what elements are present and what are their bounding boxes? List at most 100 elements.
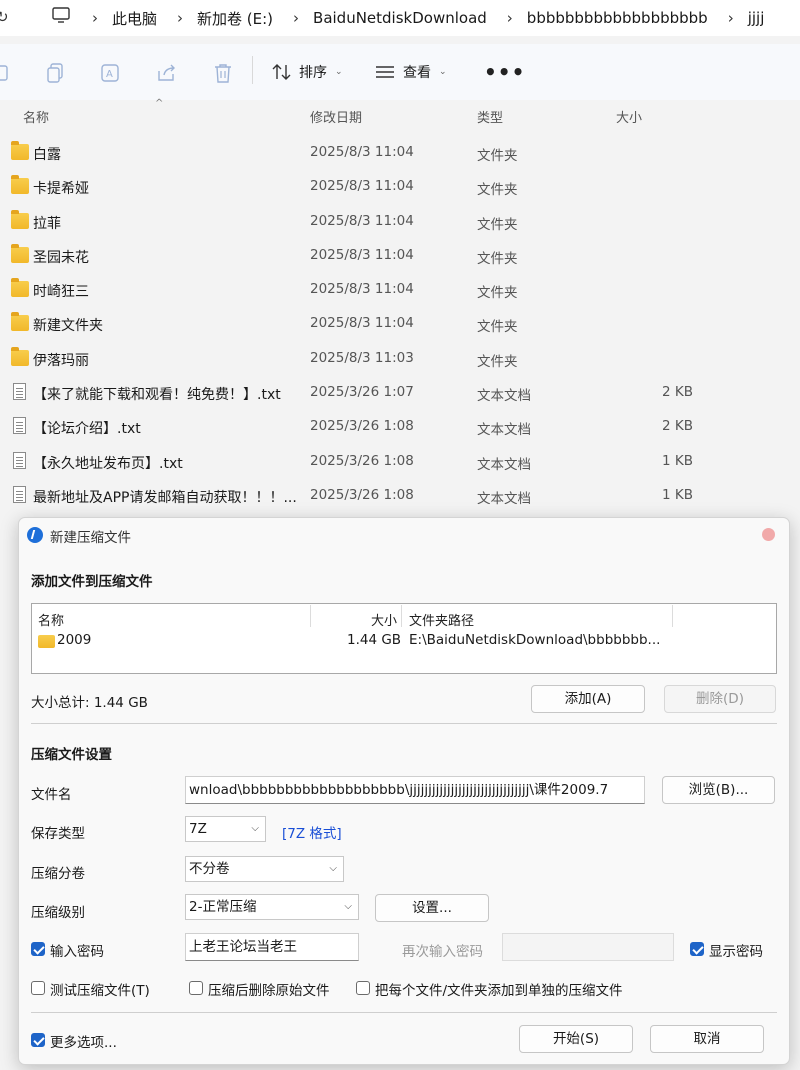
chevron-right-icon[interactable]: › [92, 9, 98, 27]
test-archive-checkbox[interactable] [31, 981, 45, 995]
format-link[interactable]: [7Z 格式] [282, 822, 342, 842]
column-divider [401, 605, 402, 627]
share-icon[interactable] [156, 62, 178, 84]
reenter-password-input[interactable] [502, 933, 674, 961]
file-type: 文本文档 [477, 388, 531, 405]
file-name: 白露 [33, 147, 61, 163]
trash-icon[interactable] [212, 62, 234, 84]
file-size: 2 KB [662, 384, 693, 401]
delete-after-checkbox[interactable] [189, 981, 203, 995]
column-type[interactable]: 类型 [477, 107, 503, 126]
password-checkbox-label[interactable]: 输入密码 [50, 940, 104, 960]
refresh-icon[interactable]: ↻ [0, 8, 9, 26]
file-date: 2025/8/3 11:04 [310, 144, 414, 160]
column-name[interactable]: 名称 [23, 107, 49, 126]
save-type-select[interactable]: 7Z ⌵ [185, 816, 266, 842]
copy-icon[interactable] [45, 62, 67, 84]
more-icon[interactable]: ••• [484, 60, 525, 84]
file-row[interactable]: 最新地址及APP请发邮箱自动获取！！！... 2025/3/26 1:08 文本文档… [0, 478, 800, 512]
breadcrumb-item[interactable]: bbbbbbbbbbbbbbbbbbb [527, 9, 708, 27]
separate-archives-label[interactable]: 把每个文件/文件夹添加到单独的压缩文件 [375, 979, 623, 999]
address-bar: ↻ › 此电脑 › 新加卷 (E:) › BaiduNetdiskDownloa… [0, 0, 800, 36]
file-row[interactable]: 【永久地址发布页】.txt 2025/3/26 1:08 文本文档 1 KB [0, 444, 800, 478]
chevron-right-icon[interactable]: › [293, 9, 299, 27]
dialog-title: 新建压缩文件 [50, 530, 131, 546]
file-date: 2025/3/26 1:07 [310, 384, 414, 401]
start-button[interactable]: 开始(S) [519, 1025, 633, 1053]
file-listbox[interactable]: 名称 大小 文件夹路径 2009 1.44 GB E:\BaiduNetdisk… [31, 603, 777, 674]
breadcrumb-item[interactable]: jjjj [748, 9, 765, 27]
chevron-right-icon[interactable]: › [507, 9, 513, 27]
file-list: 白露 2025/8/3 11:04 文件夹 卡提希娅 2025/8/3 11:04 文件夹… [0, 135, 800, 512]
more-options-label[interactable]: 更多选项... [50, 1031, 117, 1051]
file-list-header: ^ 名称 修改日期 类型 大小 [0, 98, 800, 130]
list-item-size: 1.44 GB [347, 632, 402, 648]
file-type: 文件夹 [477, 285, 518, 302]
file-type: 文本文档 [477, 456, 531, 473]
computer-icon[interactable] [52, 7, 70, 23]
sort-button[interactable]: 排序 ⌄ [272, 62, 343, 82]
split-select[interactable]: 不分卷 ⌵ [185, 856, 344, 882]
file-type: 文本文档 [477, 490, 531, 507]
list-header-path[interactable]: 文件夹路径 [409, 610, 474, 629]
list-header-size[interactable]: 大小 [371, 610, 397, 629]
show-password-checkbox[interactable] [690, 942, 704, 956]
file-row[interactable]: 伊落玛丽 2025/8/3 11:03 文件夹 [0, 341, 800, 375]
section-divider [31, 723, 777, 724]
file-row[interactable]: 拉菲 2025/8/3 11:04 文件夹 [0, 204, 800, 238]
file-type: 文件夹 [477, 148, 518, 164]
file-row[interactable]: 【来了就能下载和观看！纯免费！】.txt 2025/3/26 1:07 文本文档 2 … [0, 375, 800, 409]
chevron-right-icon[interactable]: › [728, 9, 734, 27]
breadcrumb-item[interactable]: 此电脑 [112, 8, 157, 29]
archive-settings-section-title: 压缩文件设置 [31, 747, 112, 763]
level-select[interactable]: 2-正常压缩 ⌵ [185, 894, 359, 920]
delete-button[interactable]: 删除(D) [664, 685, 776, 713]
column-date[interactable]: 修改日期 [310, 107, 362, 126]
list-header-name[interactable]: 名称 [38, 610, 64, 629]
add-button[interactable]: 添加(A) [531, 685, 645, 713]
file-row[interactable]: 卡提希娅 2025/8/3 11:04 文件夹 [0, 169, 800, 203]
file-row[interactable]: 【论坛介绍】.txt 2025/3/26 1:08 文本文档 2 KB [0, 409, 800, 443]
new-icon[interactable] [0, 62, 16, 84]
file-name: 拉菲 [33, 215, 61, 232]
browse-button[interactable]: 浏览(B)... [662, 776, 775, 804]
password-checkbox[interactable] [31, 942, 45, 956]
view-button[interactable]: 查看 ⌄ [375, 62, 447, 82]
file-row[interactable]: 圣园未花 2025/8/3 11:04 文件夹 [0, 238, 800, 272]
rename-icon[interactable]: A [100, 62, 122, 84]
show-password-label[interactable]: 显示密码 [709, 940, 763, 960]
file-row[interactable]: 时崎狂三 2025/8/3 11:04 文件夹 [0, 272, 800, 306]
cancel-button[interactable]: 取消 [650, 1025, 764, 1053]
folder-icon [11, 278, 29, 298]
folder-icon [11, 346, 29, 366]
separate-archives-checkbox[interactable] [356, 981, 370, 995]
split-value: 不分卷 [189, 861, 230, 877]
filename-input[interactable]: wnload\bbbbbbbbbbbbbbbbbbb\jjjjjjjjjjjjj… [185, 776, 645, 804]
new-archive-dialog: 新建压缩文件 添加文件到压缩文件 名称 大小 文件夹路径 2009 1.44 G… [18, 517, 790, 1065]
breadcrumb-item[interactable]: 新加卷 (E:) [197, 8, 273, 29]
breadcrumb: › 此电脑 › 新加卷 (E:) › BaiduNetdiskDownload … [92, 0, 784, 36]
password-input[interactable]: 上老王论坛当老王 [185, 933, 359, 961]
filename-label: 文件名 [31, 787, 72, 803]
breadcrumb-item[interactable]: BaiduNetdiskDownload [313, 9, 487, 27]
file-name: 【来了就能下载和观看！纯免费！】.txt [33, 387, 281, 404]
file-date: 2025/8/3 11:04 [310, 178, 414, 195]
list-item-path: E:\BaiduNetdiskDownload\bbbbbbb... [409, 632, 661, 648]
file-name: 卡提希娅 [33, 181, 89, 198]
level-value: 2-正常压缩 [189, 899, 257, 915]
file-name: 【论坛介绍】.txt [33, 421, 141, 438]
more-options-checkbox[interactable] [31, 1033, 45, 1047]
file-row[interactable]: 白露 2025/8/3 11:04 文件夹 [0, 135, 800, 169]
file-name: 【永久地址发布页】.txt [33, 455, 183, 472]
close-icon[interactable] [762, 528, 775, 541]
chevron-right-icon[interactable]: › [177, 9, 183, 27]
file-date: 2025/8/3 11:04 [310, 281, 414, 298]
test-archive-label[interactable]: 测试压缩文件(T) [50, 979, 150, 999]
column-size[interactable]: 大小 [616, 107, 642, 126]
chevron-down-icon: ⌄ [335, 67, 343, 77]
settings-button[interactable]: 设置... [375, 894, 489, 922]
file-name: 时崎狂三 [33, 284, 89, 301]
list-item-name[interactable]: 2009 [57, 632, 91, 648]
delete-after-label[interactable]: 压缩后删除原始文件 [208, 979, 330, 999]
file-row[interactable]: 新建文件夹 2025/8/3 11:04 文件夹 [0, 306, 800, 340]
